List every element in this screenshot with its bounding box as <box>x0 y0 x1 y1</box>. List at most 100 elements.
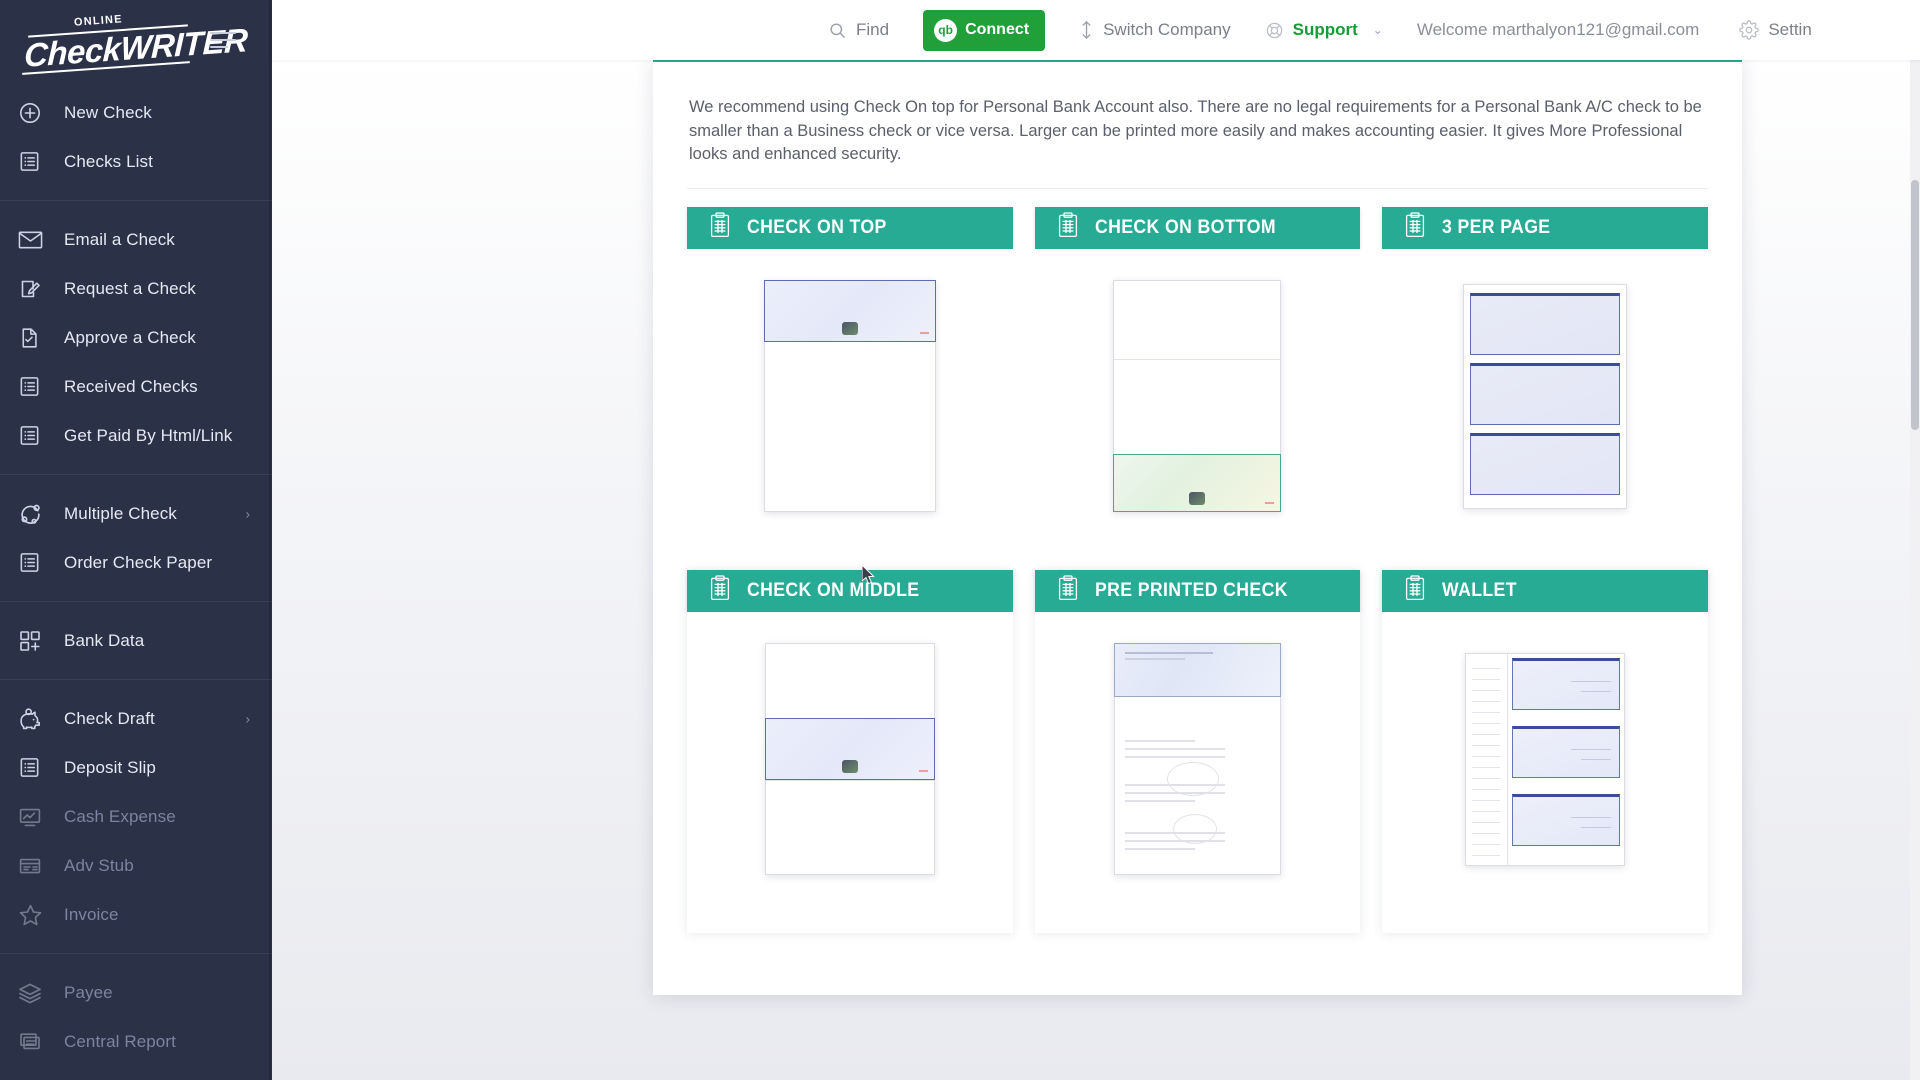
settings-button[interactable]: Settin <box>1739 20 1812 40</box>
quickbooks-icon: qb <box>934 18 958 42</box>
sidebar-item-order-check-paper[interactable]: Order Check Paper <box>0 538 272 587</box>
sidebar-item-label: Checks List <box>64 151 153 171</box>
switch-company-button[interactable]: Switch Company <box>1079 20 1231 40</box>
app-logo[interactable]: ONLINE CheckWRITER <box>0 0 272 88</box>
check-layout-panel: We recommend using Check On top for Pers… <box>653 58 1742 995</box>
wallet-stub-tick <box>1472 755 1501 757</box>
wallet-stub-tick <box>1472 722 1501 724</box>
sidebar-group: Check Draft › Deposit Slip Cash Expense Adv … <box>0 694 272 939</box>
check-preview-wallet <box>1465 652 1626 866</box>
clipboard-icon <box>1057 212 1079 243</box>
wallet-stub-column <box>1466 653 1509 865</box>
card-preview[interactable] <box>687 611 1013 907</box>
sidebar-item-cash-expense[interactable]: Cash Expense <box>0 792 272 841</box>
support-label: Support <box>1292 20 1358 39</box>
watermark-swirl <box>1166 762 1219 796</box>
sidebar-item-checks-list[interactable]: Checks List <box>0 137 272 186</box>
sidebar-item-request-a-check[interactable]: Request a Check <box>0 264 272 313</box>
wallet-stub-tick <box>1472 832 1501 834</box>
wallet-stub-tick <box>1472 733 1501 735</box>
card-header[interactable]: CHECK ON MIDDLE <box>687 569 1013 612</box>
reports-icon <box>18 1029 52 1055</box>
check-region <box>764 718 935 780</box>
check-layout-card[interactable]: CHECK ON TOP <box>687 206 1013 570</box>
check-region <box>1512 657 1621 710</box>
check-region <box>1470 432 1621 495</box>
sidebar-item-payee[interactable]: Payee <box>0 968 272 1017</box>
check-region <box>763 280 936 342</box>
sidebar-item-get-paid-by-html-link[interactable]: Get Paid By Html/Link <box>0 411 272 460</box>
card-title: PRE PRINTED CHECK <box>1094 579 1288 601</box>
app-root: ONLINE CheckWRITER New Check Checks List E… <box>0 0 1920 1080</box>
sidebar-item-label: Invoice <box>64 904 119 924</box>
list-icon <box>18 423 52 449</box>
card-header[interactable]: 3 PER PAGE <box>1382 206 1708 249</box>
connect-label: Connect <box>965 21 1030 38</box>
quickbooks-connect-button[interactable]: qb Connect <box>923 9 1046 51</box>
preprinted-line <box>1124 756 1225 758</box>
card-preview[interactable] <box>1034 248 1361 544</box>
sidebar-item-multiple-check[interactable]: Multiple Check › <box>0 489 272 538</box>
sidebar-item-received-checks[interactable]: Received Checks <box>0 362 272 411</box>
clipboard-icon <box>1057 575 1079 606</box>
card-preview[interactable] <box>1034 611 1361 907</box>
sidebar-item-deposit-slip[interactable]: Deposit Slip <box>0 743 272 792</box>
list-icon <box>18 149 52 175</box>
menu-toggle-icon[interactable] <box>210 32 236 53</box>
top-navigation-bar: Find qb Connect Switch Company Support ⌄… <box>272 0 1920 60</box>
support-menu[interactable]: Support ⌄ <box>1265 20 1383 40</box>
check-layout-card[interactable]: CHECK ON BOTTOM <box>1034 206 1361 570</box>
sidebar-group: Multiple Check › Order Check Paper <box>0 489 272 587</box>
preprinted-line <box>1124 840 1225 842</box>
sidebar-item-approve-a-check[interactable]: Approve a Check <box>0 313 272 362</box>
wallet-stub-tick <box>1472 689 1501 691</box>
sidebar-item-label: Get Paid By Html/Link <box>64 425 233 445</box>
sidebar-item-central-report[interactable]: Central Report <box>0 1017 272 1066</box>
card-header[interactable]: WALLET <box>1382 569 1708 612</box>
sidebar-item-label: New Check <box>64 102 152 122</box>
clipboard-icon <box>1404 212 1426 243</box>
card-header[interactable]: CHECK ON BOTTOM <box>1034 206 1361 249</box>
card-header[interactable]: PRE PRINTED CHECK <box>1034 569 1361 612</box>
sidebar-group: New Check Checks List <box>0 88 272 186</box>
check-region <box>1470 362 1621 425</box>
page-scrollbar-track[interactable] <box>1910 60 1920 1080</box>
check-signature-line <box>918 770 928 772</box>
sidebar-item-check-draft[interactable]: Check Draft › <box>0 694 272 743</box>
card-header[interactable]: CHECK ON TOP <box>687 206 1013 249</box>
page-scrollbar-thumb[interactable] <box>1911 180 1919 430</box>
sidebar-item-new-check[interactable]: New Check <box>0 88 272 137</box>
wallet-stub-tick <box>1472 700 1501 702</box>
check-layout-card[interactable]: 3 PER PAGE <box>1382 206 1708 570</box>
sidebar-item-label: Adv Stub <box>64 855 134 875</box>
card-preview[interactable] <box>687 248 1013 544</box>
sidebar-item-label: Multiple Check <box>64 503 177 523</box>
check-layout-card[interactable]: WALLET <box>1382 569 1708 933</box>
preprinted-header-line <box>1124 652 1213 654</box>
sidebar-group: Email a Check Request a Check Approve a Ch… <box>0 215 272 460</box>
multiple-check-icon <box>18 501 52 527</box>
adv-stub-icon <box>18 853 52 879</box>
list-icon <box>18 374 52 400</box>
logo-online-text: ONLINE <box>73 13 124 29</box>
stub-divider <box>1114 359 1281 360</box>
wallet-stub-tick <box>1472 810 1501 812</box>
sidebar-item-bank-data[interactable]: Bank Data <box>0 616 272 665</box>
card-preview[interactable] <box>1382 248 1708 544</box>
card-preview[interactable] <box>1382 611 1708 907</box>
sidebar-item-email-a-check[interactable]: Email a Check <box>0 215 272 264</box>
sidebar-item-adv-stub[interactable]: Adv Stub <box>0 841 272 890</box>
bank-data-grid-icon <box>18 628 52 654</box>
find-button[interactable]: Find <box>828 20 889 40</box>
preprinted-header-line <box>1124 658 1185 660</box>
preprinted-line <box>1124 748 1225 750</box>
sidebar-item-invoice[interactable]: Invoice <box>0 890 272 939</box>
sidebar-divider <box>0 474 272 475</box>
sidebar-item-label: Bank Data <box>64 630 145 650</box>
card-title: CHECK ON MIDDLE <box>747 579 920 601</box>
wallet-stub-tick <box>1472 799 1501 801</box>
card-title: CHECK ON BOTTOM <box>1094 216 1276 238</box>
check-layout-card[interactable]: PRE PRINTED CHECK <box>1034 569 1361 933</box>
check-layout-card[interactable]: CHECK ON MIDDLE <box>687 569 1013 933</box>
clipboard-icon <box>709 212 731 243</box>
